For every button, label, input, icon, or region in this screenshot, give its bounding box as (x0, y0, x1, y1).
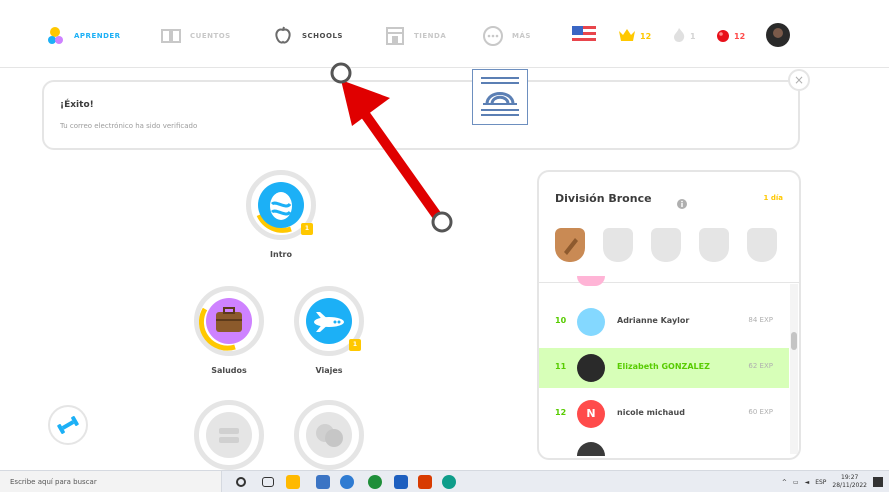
volume-icon[interactable]: ◄ (805, 479, 810, 486)
clock[interactable]: 19:27 28/11/2022 (832, 474, 867, 490)
clock-date: 28/11/2022 (832, 482, 867, 489)
notifications-icon[interactable] (873, 477, 883, 487)
input-language[interactable]: ESP (815, 479, 826, 486)
store-icon[interactable] (394, 475, 408, 489)
chevron-up-icon[interactable]: ^ (782, 479, 787, 486)
office-icon[interactable] (418, 475, 432, 489)
cortana-icon[interactable] (236, 477, 246, 487)
task-view-icon[interactable] (262, 477, 274, 487)
arrow-start-handle[interactable] (330, 62, 352, 84)
app-icon[interactable] (442, 475, 456, 489)
network-icon[interactable]: ▭ (793, 479, 799, 486)
edge-icon[interactable] (340, 475, 354, 489)
duolingo-page: APRENDER CUENTOS SCHOOLS TIENDA MÁS 12 1… (0, 0, 889, 492)
mail-icon[interactable] (316, 475, 330, 489)
taskbar-search-input[interactable]: Escribe aquí para buscar (0, 471, 222, 492)
system-tray: ^ ▭ ◄ ESP 19:27 28/11/2022 (782, 471, 883, 492)
annotation-arrow (330, 62, 453, 233)
arrow-end-handle[interactable] (431, 211, 453, 233)
file-explorer-icon[interactable] (286, 475, 300, 489)
windows-taskbar: Escribe aquí para buscar ^ ▭ ◄ ESP 19:27… (0, 470, 889, 492)
chrome-icon[interactable] (368, 475, 382, 489)
clock-time: 19:27 (841, 474, 859, 481)
